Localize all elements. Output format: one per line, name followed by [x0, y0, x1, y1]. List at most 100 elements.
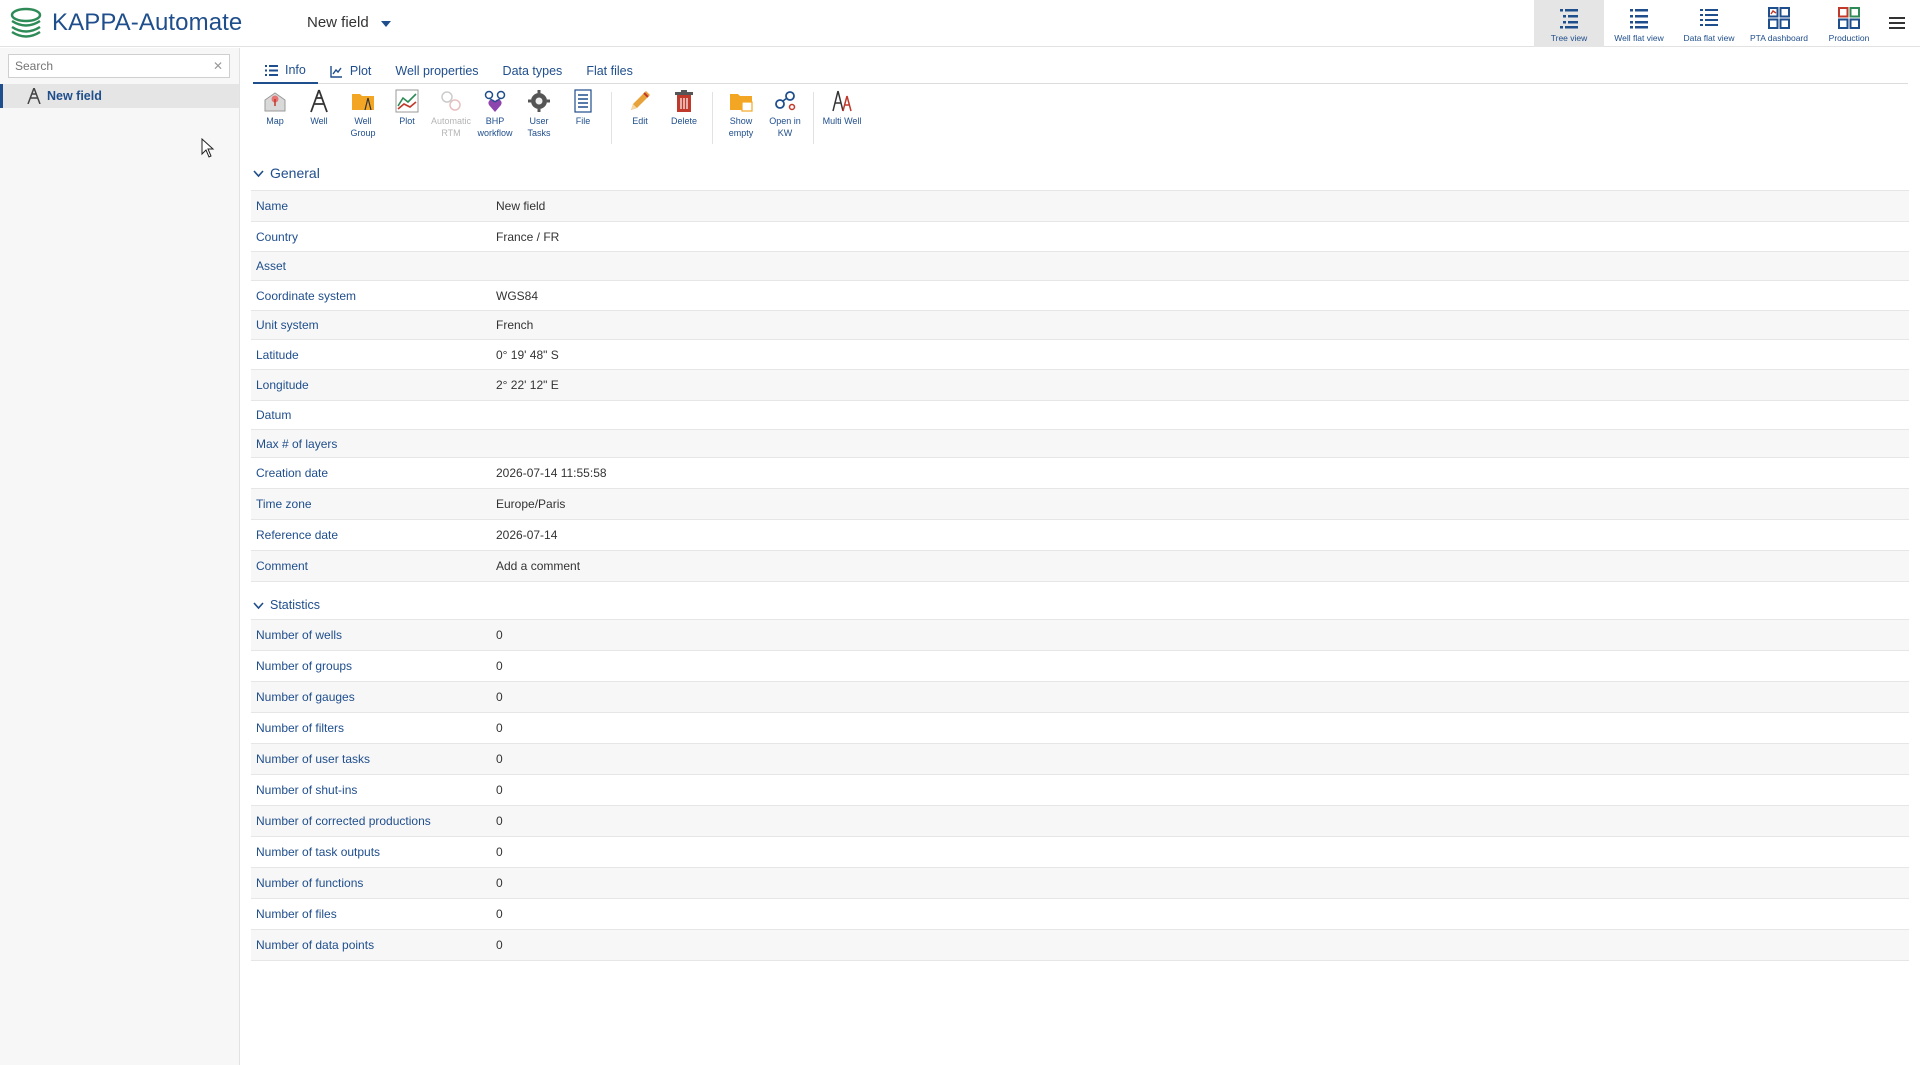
property-row: Reference date 2026-07-14: [251, 520, 1909, 551]
delete-button[interactable]: Delete: [662, 88, 706, 148]
general-section-header[interactable]: General: [253, 165, 320, 181]
property-row: Name New field: [251, 191, 1909, 222]
view-label: Tree view: [1550, 33, 1588, 43]
well-icon: [310, 89, 328, 113]
tool-label: Show empty: [728, 116, 754, 138]
edit-button[interactable]: Edit: [618, 88, 662, 148]
statistic-value: 0: [496, 876, 503, 890]
statistic-key: Number of gauges: [256, 690, 355, 704]
statistics-section-header[interactable]: Statistics: [253, 598, 320, 612]
statistic-row: Number of corrected productions 0: [251, 806, 1909, 837]
search-box: ✕: [8, 54, 230, 78]
plot-button[interactable]: Plot: [385, 88, 429, 148]
statistic-row: Number of functions 0: [251, 868, 1909, 899]
statistic-key: Number of filters: [256, 721, 345, 735]
view-production-button[interactable]: Production: [1814, 0, 1884, 47]
statistic-key: Number of functions: [256, 876, 364, 890]
map-icon: [264, 92, 286, 112]
search-input[interactable]: [9, 55, 209, 77]
chevron-down-icon: [253, 601, 264, 609]
view-tree-view-button[interactable]: Tree view: [1534, 0, 1604, 47]
statistic-value: 0: [496, 690, 503, 704]
statistic-row: Number of groups 0: [251, 651, 1909, 682]
property-value: New field: [496, 199, 546, 213]
property-key: Datum: [256, 408, 292, 422]
statistic-key: Number of groups: [256, 659, 353, 673]
toolbar: Map Well Well Group Plot Automatic RTM B…: [253, 88, 864, 148]
toolbar-divider: [712, 92, 713, 144]
property-key: Unit system: [256, 318, 319, 332]
edit-icon: [631, 91, 650, 110]
statistic-value: 0: [496, 752, 503, 766]
property-key: Coordinate system: [256, 288, 357, 303]
multi-well-button[interactable]: Multi Well: [820, 88, 864, 148]
statistic-value: 0: [496, 907, 503, 921]
view-label: PTA dashboard: [1750, 33, 1808, 43]
tool-label: Map: [266, 116, 284, 126]
property-row: Unit system French: [251, 311, 1909, 340]
property-key: Longitude: [256, 378, 309, 392]
clear-search-icon[interactable]: ✕: [213, 59, 223, 73]
tool-label: Multi Well: [822, 116, 862, 126]
statistic-value: 0: [496, 783, 503, 797]
statistic-value: 0: [496, 721, 503, 735]
data-flat-view-icon: [1700, 9, 1718, 26]
user-tasks-button[interactable]: User Tasks: [517, 88, 561, 148]
tool-label: Well: [310, 116, 328, 126]
statistic-value: 0: [496, 814, 503, 828]
map-button[interactable]: Map: [253, 88, 297, 148]
tool-label: Edit: [632, 116, 648, 126]
well-button[interactable]: Well: [297, 88, 341, 148]
chevron-down-icon: [253, 169, 264, 177]
view-well-flat-view-button[interactable]: Well flat view: [1604, 0, 1674, 47]
view-pta-dashboard-button[interactable]: PTA dashboard: [1744, 0, 1814, 47]
automatic-rtm-button[interactable]: Automatic RTM: [429, 88, 473, 148]
statistic-key: Number of shut-ins: [256, 783, 358, 797]
bhp-workflow-button[interactable]: BHP workflow: [473, 88, 517, 148]
property-key: Latitude: [256, 347, 299, 362]
property-value: WGS84: [496, 288, 539, 303]
hamburger-menu-icon[interactable]: [1888, 14, 1906, 32]
statistic-row: Number of task outputs 0: [251, 837, 1909, 868]
property-key: Reference date: [256, 528, 339, 542]
view-label: Well flat view: [1614, 33, 1664, 43]
statistic-value: 0: [496, 845, 503, 859]
toolbar-divider: [611, 92, 612, 144]
production-icon: [1838, 7, 1860, 29]
tab-label: Data types: [502, 64, 563, 78]
bhp-workflow-icon: [484, 90, 506, 112]
view-data-flat-view-button[interactable]: Data flat view: [1674, 0, 1744, 47]
statistic-row: Number of shut-ins 0: [251, 775, 1909, 806]
property-value: 2026-07-14: [496, 528, 558, 542]
well-flat-view-icon: [1630, 9, 1648, 29]
statistics-table: Number of wells 0 Number of groups 0 Num…: [251, 619, 1909, 961]
field-selector[interactable]: New field: [307, 14, 391, 31]
property-row-comment[interactable]: Comment Add a comment: [251, 551, 1909, 582]
general-properties-table: Name New field Country France / FR Asset…: [251, 190, 1909, 582]
tab-info[interactable]: Info: [253, 58, 318, 84]
statistic-value: 0: [496, 628, 503, 642]
property-row: Coordinate system WGS84: [251, 281, 1909, 311]
show-empty-button[interactable]: Show empty: [719, 88, 763, 148]
tab-well-properties[interactable]: Well properties: [383, 58, 490, 84]
tab-plot[interactable]: Plot: [318, 58, 384, 84]
open-in-kw-button[interactable]: Open in KW: [763, 88, 807, 148]
tab-flat-files[interactable]: Flat files: [574, 58, 645, 84]
statistic-key: Number of user tasks: [256, 752, 371, 766]
tool-label: Well Group: [350, 116, 376, 138]
file-button[interactable]: File: [561, 88, 605, 148]
list-icon: [265, 64, 278, 76]
comment-value[interactable]: Add a comment: [496, 559, 580, 573]
property-value: 0° 19' 48" S: [496, 347, 559, 362]
tree-item-new-field[interactable]: New field: [0, 84, 239, 108]
tab-data-types[interactable]: Data types: [491, 58, 575, 84]
open-in-kw-icon: [775, 91, 796, 111]
well-group-button[interactable]: Well Group: [341, 88, 385, 148]
top-bar: KAPPA-Automate New field Tree view Well …: [0, 0, 1920, 47]
statistic-row: Number of data points 0: [251, 930, 1909, 961]
plot-icon: [395, 89, 419, 113]
property-row: Max # of layers: [251, 430, 1909, 458]
statistic-value: 0: [496, 938, 503, 952]
kappa-logo-icon: [10, 7, 42, 38]
line-chart-icon: [330, 65, 342, 78]
